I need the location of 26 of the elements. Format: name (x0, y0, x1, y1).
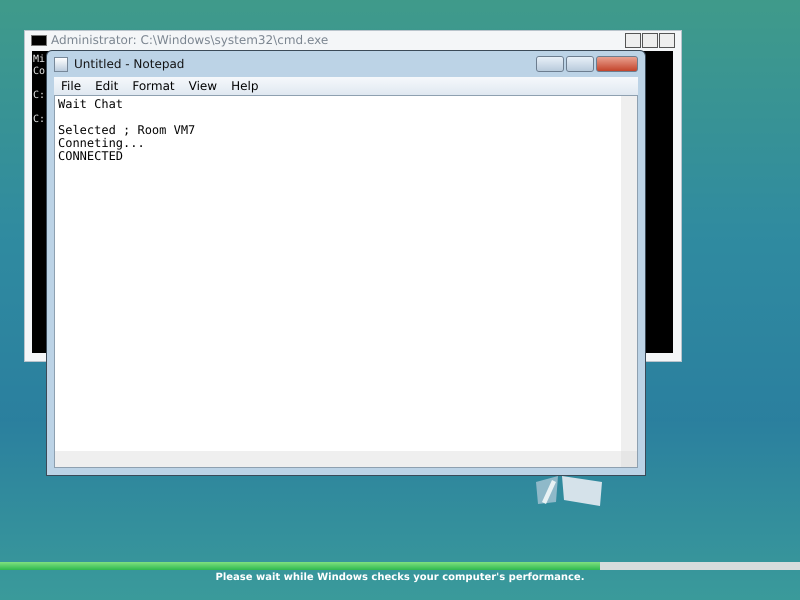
window-title: Administrator: C:\Windows\system32\cmd.exe (51, 32, 328, 49)
maximize-button[interactable] (642, 32, 658, 48)
scrollbar-corner (621, 451, 637, 467)
vertical-scrollbar[interactable] (621, 96, 637, 451)
status-message: Please wait while Windows checks your computer's performance. (214, 571, 586, 585)
minimize-button[interactable] (536, 56, 564, 72)
menu-item[interactable]: View (182, 77, 224, 95)
notepad-icon (54, 56, 68, 72)
minimize-button[interactable] (625, 32, 641, 48)
menu-item[interactable]: File (54, 77, 88, 95)
text-line: CONNECTED (58, 150, 124, 163)
text-line: Selected ; Room VM7 (58, 124, 196, 137)
horizontal-scrollbar[interactable] (55, 451, 621, 467)
text-line: Wait Chat (58, 98, 124, 111)
close-button[interactable] (659, 32, 675, 48)
console-icon (31, 34, 47, 46)
menu-item[interactable]: Format (125, 77, 182, 95)
console-line: Mi (33, 54, 46, 66)
console-line: Co (33, 66, 46, 78)
maximize-button[interactable] (566, 56, 594, 72)
console-line: C: (33, 114, 46, 126)
text-line: Conneting... (58, 137, 145, 150)
menu-item[interactable]: Edit (88, 77, 126, 95)
console-line: C: (33, 90, 46, 102)
menu-item[interactable]: Help (224, 77, 266, 95)
window-title: Untitled - Notepad (74, 56, 184, 73)
